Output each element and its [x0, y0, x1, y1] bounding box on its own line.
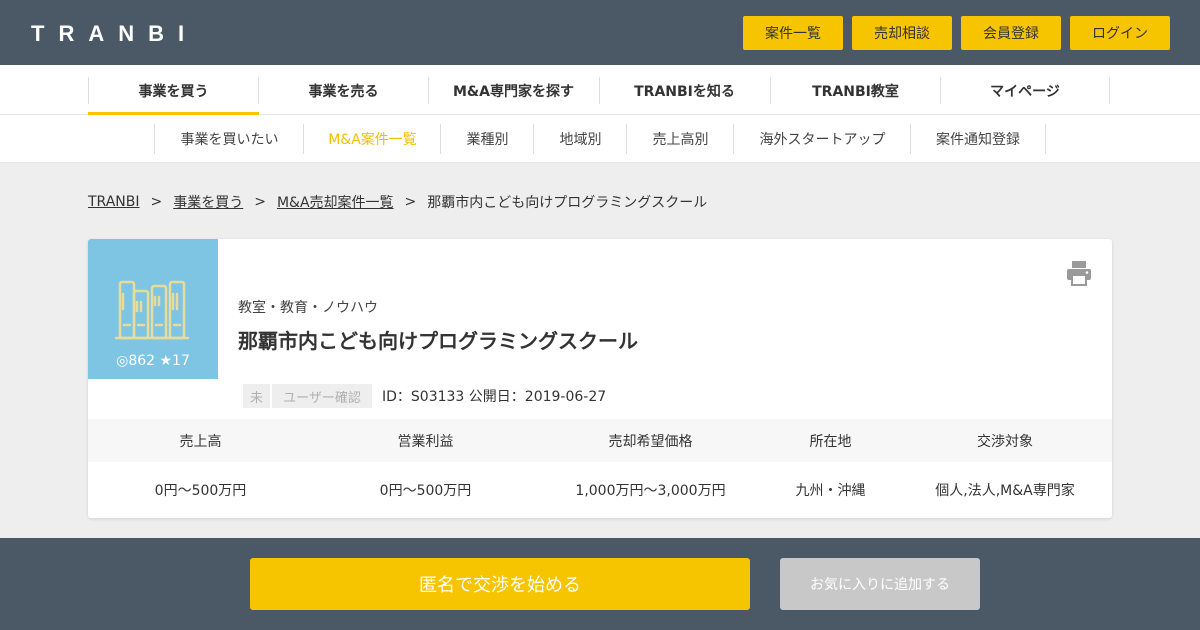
main-nav: 事業を買う 事業を売る M&A専門家を探す TRANBIを知る TRANBI教室…: [0, 65, 1200, 115]
header-asking-price: 売却希望価格: [608, 433, 693, 450]
breadcrumb-home[interactable]: TRANBI: [88, 194, 140, 210]
nav-item-sell[interactable]: 事業を売る: [258, 77, 428, 104]
subnav-item-alert-register[interactable]: 案件通知登録: [910, 124, 1046, 154]
breadcrumb-separator: >: [150, 194, 163, 210]
value-revenue: 0円〜500万円: [154, 483, 247, 499]
sale-consult-button[interactable]: 売却相談: [852, 16, 952, 50]
add-to-favorites-button[interactable]: お気に入りに追加する: [780, 558, 980, 610]
action-bar: 匿名で交渉を始める お気に入りに追加する: [0, 538, 1200, 630]
subnav-item-region[interactable]: 地域別: [533, 124, 627, 154]
subnav-item-industry[interactable]: 業種別: [440, 124, 534, 154]
login-button[interactable]: ログイン: [1070, 16, 1170, 50]
nav-item-mypage[interactable]: マイページ: [940, 77, 1110, 104]
nav-item-buy[interactable]: 事業を買う: [88, 77, 258, 104]
start-anonymous-negotiation-button[interactable]: 匿名で交渉を始める: [250, 558, 750, 610]
header-bar: TRANBI 案件一覧 売却相談 会員登録 ログイン: [0, 0, 1200, 65]
info-table-header: 売上高 営業利益 売却希望価格 所在地 交渉対象: [88, 419, 1112, 462]
subnav-item-overseas-startup[interactable]: 海外スタートアップ: [733, 124, 911, 154]
listing-meta-row: 未 ユーザー確認 ID：S03133 公開日：2019-06-27: [243, 384, 606, 408]
nav-item-find-expert[interactable]: M&A専門家を探す: [428, 77, 598, 104]
user-verification-badge: ユーザー確認: [272, 384, 372, 408]
info-table-row: 0円〜500万円 0円〜500万円 1,000万円〜3,000万円 九州・沖縄 …: [88, 462, 1112, 518]
register-button[interactable]: 会員登録: [961, 16, 1061, 50]
breadcrumb-current: 那覇市内こども向けプログラミングスクール: [427, 195, 708, 211]
subnav-item-listings[interactable]: M&A案件一覧: [303, 124, 441, 154]
value-asking-price: 1,000万円〜3,000万円: [575, 483, 726, 499]
listing-title: 那覇市内こども向けプログラミングスクール: [238, 329, 638, 353]
value-operating-profit: 0円〜500万円: [379, 483, 472, 499]
books-icon: [114, 280, 190, 340]
sub-nav: 事業を買いたい M&A案件一覧 業種別 地域別 売上高別 海外スタートアップ 案…: [0, 115, 1200, 163]
listing-thumbnail: ◎862 ★17: [88, 239, 218, 379]
header-negotiation-target: 交渉対象: [977, 433, 1033, 450]
logo[interactable]: TRANBI: [31, 22, 198, 46]
value-negotiation-target: 個人,法人,M&A専門家: [935, 483, 1075, 499]
listing-id-date: ID：S03133 公開日：2019-06-27: [382, 389, 607, 405]
breadcrumb-separator: >: [254, 194, 266, 210]
breadcrumb-listings[interactable]: M&A売却案件一覧: [277, 192, 394, 212]
breadcrumb-buy[interactable]: 事業を買う: [173, 192, 243, 212]
header-operating-profit: 営業利益: [397, 433, 454, 450]
breadcrumb-separator: >: [404, 194, 417, 210]
subnav-item-revenue[interactable]: 売上高別: [626, 124, 734, 154]
listings-button[interactable]: 案件一覧: [743, 16, 843, 50]
unverified-badge: 未: [243, 384, 270, 408]
subnav-item-want-to-buy[interactable]: 事業を買いたい: [154, 124, 304, 154]
view-favorite-count: ◎862 ★17: [116, 353, 190, 369]
nav-item-school[interactable]: TRANBI教室: [770, 77, 940, 104]
listing-card: ◎862 ★17 教室・教育・ノウハウ 那覇市内こども向けプログラミングスクール…: [88, 239, 1112, 518]
nav-item-about[interactable]: TRANBIを知る: [599, 77, 769, 104]
listing-category: 教室・教育・ノウハウ: [238, 300, 378, 316]
breadcrumb: TRANBI > 事業を買う > M&A売却案件一覧 > 那覇市内こども向けプロ…: [88, 192, 707, 212]
header-revenue: 売上高: [179, 433, 222, 450]
value-location: 九州・沖縄: [795, 483, 866, 499]
printer-icon[interactable]: [1065, 259, 1093, 287]
header-location: 所在地: [809, 433, 852, 450]
